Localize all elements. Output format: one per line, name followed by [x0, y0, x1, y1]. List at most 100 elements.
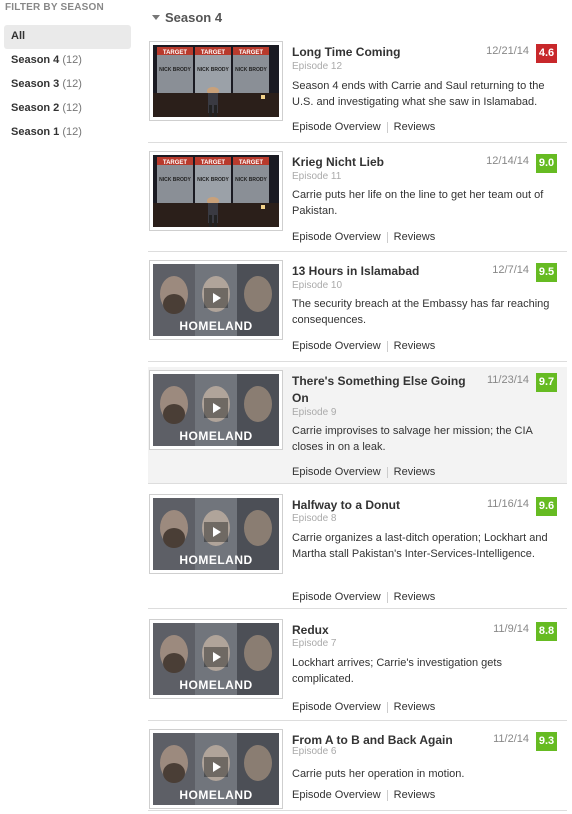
episode-air-date: 11/9/14 [493, 623, 529, 635]
video-still-image: HOMELAND [153, 733, 279, 805]
season-filter-label: Season 1 [11, 126, 60, 138]
episode-row: HOMELAND Halfway to a Donut 11/16/14 9.6… [148, 491, 567, 609]
svg-text:TARGET: TARGET [163, 50, 188, 56]
link-divider [386, 121, 388, 133]
season-filter-all[interactable]: All [4, 25, 131, 49]
season-filter-count: (12) [62, 54, 82, 66]
season-list: All Season 4 (12) Season 3 (12) Season 2… [4, 25, 131, 145]
link-divider [386, 591, 388, 603]
reviews-link[interactable]: Reviews [394, 121, 436, 133]
episode-overview-link[interactable]: Episode Overview [292, 466, 381, 478]
season-filter-count: (12) [62, 126, 82, 138]
episode-title[interactable]: Long Time Coming [292, 44, 482, 61]
episode-score-badge: 9.7 [536, 373, 557, 392]
episode-number: Episode 9 [292, 407, 337, 418]
reviews-link[interactable]: Reviews [394, 340, 436, 352]
episode-thumbnail[interactable]: HOMELAND [149, 729, 283, 809]
episode-title[interactable]: Krieg Nicht Lieb [292, 154, 482, 171]
episode-title[interactable]: Redux [292, 622, 482, 639]
poster-image: TARGET TARGET TARGET NICK BRODY NICK BRODY NI… [153, 45, 279, 117]
episode-title[interactable]: 13 Hours in Islamabad [292, 263, 482, 280]
caret-down-icon [152, 14, 160, 20]
episode-description: Carrie puts her operation in motion. [292, 768, 465, 780]
episode-number: Episode 6 [292, 746, 337, 757]
episode-overview-link[interactable]: Episode Overview [292, 121, 381, 133]
link-divider [386, 466, 388, 478]
episode-row: HOMELAND From A to B and Back Again 11/2… [148, 726, 567, 811]
season-filter-3[interactable]: Season 3 (12) [4, 73, 131, 97]
episode-overview-link[interactable]: Episode Overview [292, 340, 381, 352]
episode-title[interactable]: Halfway to a Donut [292, 497, 482, 514]
svg-text:NICK BRODY: NICK BRODY [197, 67, 229, 73]
reviews-link[interactable]: Reviews [394, 701, 436, 713]
episode-title[interactable]: There's Something Else Going On [292, 373, 482, 407]
episode-score-badge: 9.6 [536, 497, 557, 516]
episode-description: Season 4 ends with Carrie and Saul retur… [292, 80, 545, 108]
episode-number: Episode 10 [292, 280, 343, 291]
episode-links: Episode Overview Reviews [292, 231, 435, 243]
episode-score-badge: 9.3 [536, 732, 557, 751]
svg-text:HOMELAND: HOMELAND [179, 553, 252, 567]
season-filter-2[interactable]: Season 2 (12) [4, 97, 131, 121]
episode-description: The security breach at the Embassy has f… [292, 298, 550, 326]
video-still-image: HOMELAND [153, 264, 279, 336]
video-still-image: HOMELAND [153, 623, 279, 695]
season-filter-label: Season 2 [11, 102, 60, 114]
svg-text:NICK BRODY: NICK BRODY [235, 67, 267, 73]
svg-text:NICK BRODY: NICK BRODY [159, 67, 191, 73]
episode-air-date: 12/21/14 [486, 45, 529, 57]
episode-thumbnail[interactable]: HOMELAND [149, 494, 283, 574]
season-header[interactable]: Season 4 [152, 9, 222, 25]
episode-row: TARGET TARGET TARGET NICK BRODY NICK BRODY NI… [148, 38, 567, 143]
episode-thumbnail[interactable]: HOMELAND [149, 619, 283, 699]
episode-links: Episode Overview Reviews [292, 121, 435, 133]
reviews-link[interactable]: Reviews [394, 466, 436, 478]
episode-row: TARGET TARGET TARGET NICK BRODY NICK BRODY NI… [148, 148, 567, 252]
episode-overview-link[interactable]: Episode Overview [292, 231, 381, 243]
reviews-link[interactable]: Reviews [394, 591, 436, 603]
link-divider [386, 340, 388, 352]
season-filter-label: Season 4 [11, 54, 60, 66]
episode-score-badge: 9.0 [536, 154, 557, 173]
filter-title: FILTER BY SEASON [5, 2, 104, 13]
reviews-link[interactable]: Reviews [394, 231, 436, 243]
svg-text:NICK BRODY: NICK BRODY [235, 177, 267, 183]
svg-text:HOMELAND: HOMELAND [179, 319, 252, 333]
svg-text:TARGET: TARGET [201, 160, 226, 166]
svg-text:HOMELAND: HOMELAND [179, 788, 252, 802]
svg-text:TARGET: TARGET [201, 50, 226, 56]
video-still-image: HOMELAND [153, 498, 279, 570]
episode-number: Episode 8 [292, 513, 337, 524]
season-title: Season 4 [165, 9, 223, 25]
episode-row: HOMELAND Redux 11/9/14 8.8 Episode 7 Loc… [148, 616, 567, 721]
season-filter-label: Season 3 [11, 78, 60, 90]
episode-thumbnail[interactable]: TARGET TARGET TARGET NICK BRODY NICK BRODY NI… [149, 151, 283, 231]
episode-thumbnail[interactable]: HOMELAND [149, 260, 283, 340]
svg-text:NICK BRODY: NICK BRODY [197, 177, 229, 183]
episode-air-date: 11/2/14 [493, 733, 529, 745]
episode-air-date: 12/7/14 [492, 264, 529, 276]
episode-thumbnail[interactable]: TARGET TARGET TARGET NICK BRODY NICK BRODY NI… [149, 41, 283, 121]
episode-score-badge: 4.6 [536, 44, 557, 63]
link-divider [386, 701, 388, 713]
link-divider [386, 789, 388, 801]
episode-links: Episode Overview Reviews [292, 466, 435, 478]
episode-air-date: 12/14/14 [486, 155, 529, 167]
episode-description: Carrie organizes a last-ditch operation;… [292, 532, 548, 560]
episode-number: Episode 11 [292, 171, 342, 182]
episode-overview-link[interactable]: Episode Overview [292, 789, 381, 801]
episode-description: Lockhart arrives; Carrie's investigation… [292, 657, 502, 685]
episode-overview-link[interactable]: Episode Overview [292, 701, 381, 713]
season-filter-count: (12) [62, 102, 82, 114]
season-filter-4[interactable]: Season 4 (12) [4, 49, 131, 73]
reviews-link[interactable]: Reviews [394, 789, 436, 801]
episode-overview-link[interactable]: Episode Overview [292, 591, 381, 603]
episode-number: Episode 7 [292, 638, 337, 649]
episode-description: Carrie improvises to salvage her mission… [292, 425, 533, 453]
season-filter-1[interactable]: Season 1 (12) [4, 121, 131, 145]
season-filter-label: All [11, 30, 26, 42]
episode-thumbnail[interactable]: HOMELAND [149, 370, 283, 450]
link-divider [386, 231, 388, 243]
poster-image: TARGET TARGET TARGET NICK BRODY NICK BRODY NI… [153, 155, 279, 227]
episode-links: Episode Overview Reviews [292, 701, 435, 713]
